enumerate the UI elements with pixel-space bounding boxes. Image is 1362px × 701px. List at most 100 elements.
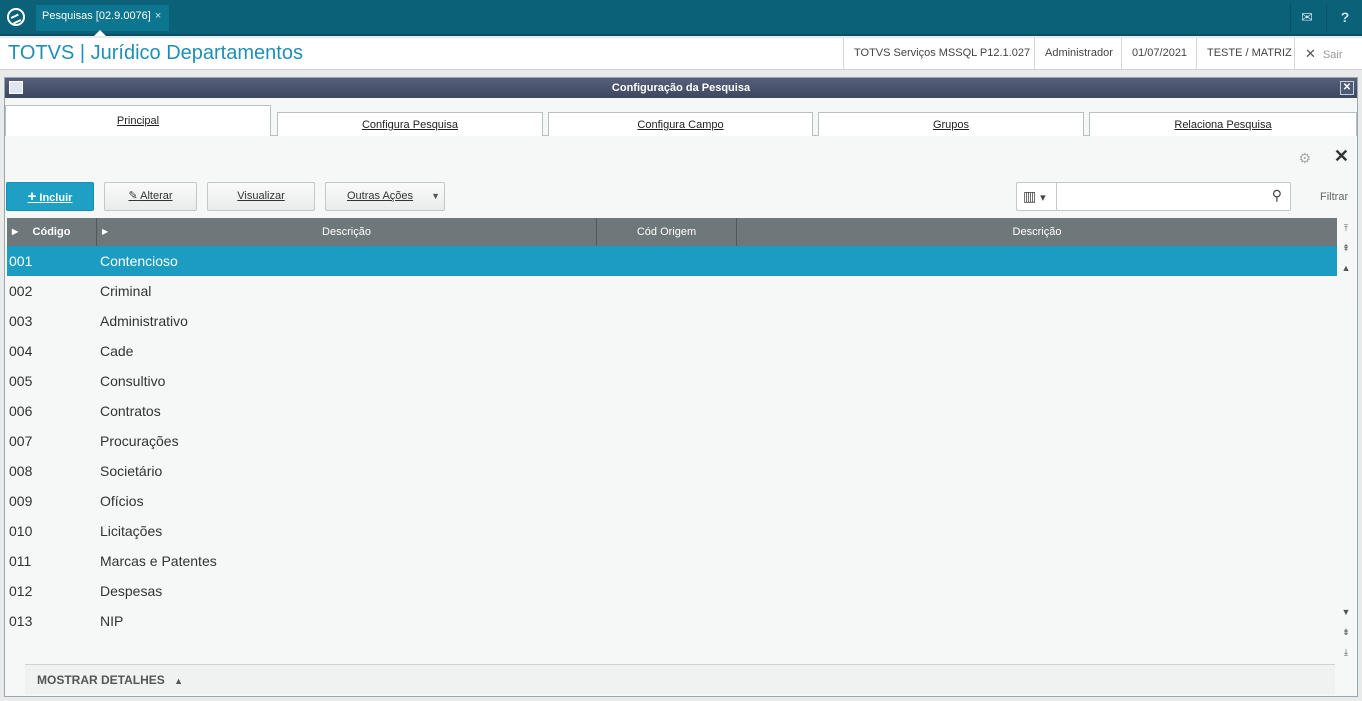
topbar-divider <box>1326 4 1327 32</box>
dialog-titlebar[interactable]: Configuração da Pesquisa ✕ <box>5 78 1357 98</box>
columns-selector[interactable]: ▥ ▾ <box>1017 183 1057 210</box>
chevron-down-icon: ▾ <box>1040 192 1046 204</box>
row-description: Marcas e Patentes <box>100 553 217 569</box>
column-header-cod-origem[interactable]: Cód Origem <box>597 218 737 246</box>
grid-header: ▶ Código ▶ Descrição Cód Origem Descriçã… <box>7 218 1337 246</box>
search-box: ▥ ▾ ⚲ <box>1016 182 1291 211</box>
help-icon[interactable]: ? <box>1332 7 1358 27</box>
row-code: 003 <box>9 313 33 329</box>
scroll-page-up-icon[interactable]: ⇞ <box>1338 240 1354 256</box>
row-description: Contencioso <box>100 253 178 269</box>
show-details-bar[interactable]: MOSTRAR DETALHES ▲ <box>25 664 1335 694</box>
chevron-down-icon: ▼ <box>431 191 440 201</box>
row-code: 007 <box>9 433 33 449</box>
tab-bar: Principal Configura Pesquisa Configura C… <box>5 98 1357 136</box>
mail-icon[interactable]: ✉ <box>1294 7 1320 27</box>
scroll-bottom-icon[interactable]: ⤓ <box>1338 644 1354 660</box>
table-row[interactable]: 012 Despesas <box>7 576 1337 606</box>
dialog-title: Configuração da Pesquisa <box>611 82 751 94</box>
row-code: 006 <box>9 403 33 419</box>
row-code: 008 <box>9 463 33 479</box>
row-description: NIP <box>100 613 124 629</box>
row-description: Criminal <box>100 283 152 299</box>
table-row[interactable]: 009 Ofícios <box>7 486 1337 516</box>
tab-close-icon[interactable]: × <box>155 10 161 22</box>
table-row[interactable]: 004 Cade <box>7 336 1337 366</box>
table-row[interactable]: 013 NIP <box>7 606 1337 636</box>
topbar-divider <box>1290 4 1291 32</box>
filter-link[interactable]: Filtrar <box>1320 191 1348 203</box>
table-row[interactable]: 011 Marcas e Patentes <box>7 546 1337 576</box>
view-button[interactable]: Visualizar <box>207 182 315 211</box>
row-code: 005 <box>9 373 33 389</box>
tab-configura-pesquisa[interactable]: Configura Pesquisa <box>277 112 543 136</box>
tab-pesquisas[interactable]: Pesquisas [02.9.0076] × <box>36 5 170 36</box>
table-row[interactable]: 001 Contencioso <box>7 246 1337 276</box>
column-header-codigo[interactable]: ▶ Código <box>7 218 97 246</box>
other-actions-label: Outras Ações <box>347 190 414 202</box>
tab-principal[interactable]: Principal <box>5 105 271 136</box>
edit-button[interactable]: ✎ Alterar <box>104 182 197 211</box>
app-header: TOTVS | Jurídico Departamentos TOTVS Ser… <box>0 38 1362 70</box>
table-row[interactable]: 006 Contratos <box>7 396 1337 426</box>
exit-label: Sair <box>1322 49 1343 61</box>
caret-right-icon: ▶ <box>12 227 19 236</box>
row-description: Procurações <box>100 433 179 449</box>
app-title: TOTVS | Jurídico Departamentos <box>8 42 303 64</box>
row-code: 012 <box>9 583 33 599</box>
pencil-icon: ✎ <box>128 190 138 202</box>
column-header-descricao[interactable]: ▶ Descrição <box>97 218 597 246</box>
row-description: Licitações <box>100 523 163 539</box>
scroll-down-icon[interactable]: ▼ <box>1338 604 1354 620</box>
column-header-label: Descrição <box>322 226 371 238</box>
include-button[interactable]: + Incluir <box>6 182 94 211</box>
vertical-scrollbar[interactable]: ⤒ ⇞ ▲ ▼ ⇟ ⤓ <box>1337 218 1355 664</box>
table-row[interactable]: 002 Criminal <box>7 276 1337 306</box>
other-actions-button[interactable]: Outras Ações ▼ <box>325 182 445 211</box>
row-code: 010 <box>9 523 33 539</box>
search-input[interactable] <box>1059 185 1259 208</box>
scroll-page-down-icon[interactable]: ⇟ <box>1338 624 1354 640</box>
tab-configura-campo[interactable]: Configura Campo <box>548 112 813 136</box>
config-dialog: Configuração da Pesquisa ✕ Principal Con… <box>4 77 1358 697</box>
plus-icon: + <box>27 188 37 205</box>
search-icon[interactable]: ⚲ <box>1272 187 1282 204</box>
row-code: 001 <box>9 253 33 269</box>
scroll-up-icon[interactable]: ▲ <box>1338 260 1354 276</box>
scroll-top-icon[interactable]: ⤒ <box>1338 220 1354 236</box>
table-row[interactable]: 007 Procurações <box>7 426 1337 456</box>
date-info[interactable]: 01/07/2021 <box>1121 38 1197 69</box>
tab-grupos[interactable]: Grupos <box>818 112 1084 136</box>
exit-button[interactable]: ✕ Sair <box>1294 38 1362 69</box>
row-code: 002 <box>9 283 33 299</box>
row-description: Consultivo <box>100 373 166 389</box>
close-icon[interactable]: ✕ <box>1334 146 1349 167</box>
gear-icon[interactable]: ⚙ <box>1298 150 1311 167</box>
column-header-descricao-origem[interactable]: Descrição <box>737 218 1337 246</box>
window-icon <box>9 81 23 94</box>
table-row[interactable]: 010 Licitações <box>7 516 1337 546</box>
row-description: Societário <box>100 463 163 479</box>
tab-pesquisas-label: Pesquisas [02.9.0076] <box>42 10 151 22</box>
include-label: Incluir <box>39 192 73 204</box>
table-row[interactable]: 003 Administrativo <box>7 306 1337 336</box>
tab-content: ⚙ ✕ + Incluir ✎ Alterar Visualizar Outra… <box>5 137 1357 696</box>
company-info[interactable]: TESTE / MATRIZ <box>1196 38 1302 69</box>
data-grid: ▶ Código ▶ Descrição Cód Origem Descriçã… <box>7 218 1337 664</box>
tab-active-pointer <box>94 30 106 36</box>
table-row[interactable]: 008 Societário <box>7 456 1337 486</box>
user-info[interactable]: Administrador <box>1034 38 1123 69</box>
totvs-logo-icon[interactable] <box>7 8 25 26</box>
edit-label: Alterar <box>140 190 173 202</box>
table-row[interactable]: 005 Consultivo <box>7 366 1337 396</box>
row-description: Cade <box>100 343 134 359</box>
row-code: 004 <box>9 343 33 359</box>
row-description: Contratos <box>100 403 161 419</box>
tab-relaciona-pesquisa[interactable]: Relaciona Pesquisa <box>1089 112 1357 136</box>
caret-right-icon: ▶ <box>102 227 109 236</box>
row-description: Despesas <box>100 583 163 599</box>
columns-icon: ▥ <box>1023 188 1037 204</box>
row-code: 013 <box>9 613 33 629</box>
environment-info[interactable]: TOTVS Serviços MSSQL P12.1.027 <box>843 38 1040 69</box>
dialog-close-button[interactable]: ✕ <box>1340 81 1354 95</box>
